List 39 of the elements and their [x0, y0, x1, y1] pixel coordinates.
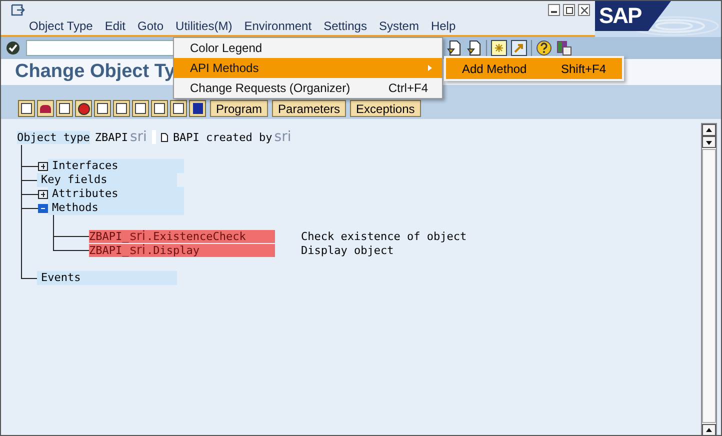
- method-node[interactable]: ZBAPI_sri.ExistenceCheck: [89, 230, 275, 242]
- menu-item[interactable]: Goto: [132, 17, 170, 35]
- method-description: Display object: [301, 244, 394, 256]
- method-prefix: ZBAPI_: [89, 244, 129, 256]
- tree-node[interactable]: Interfaces: [48, 159, 184, 173]
- menu-item[interactable]: Edit: [98, 17, 132, 35]
- user-name: sri: [274, 129, 292, 145]
- method-node[interactable]: ZBAPI_sri.Display: [89, 244, 275, 256]
- tree-node[interactable]: Events: [37, 271, 177, 285]
- method-suffix: .Display: [146, 244, 200, 256]
- menu-item[interactable]: API Methods: [174, 58, 442, 78]
- tree-node[interactable]: Methods: [48, 201, 184, 215]
- object-type-label: Object type: [17, 130, 90, 144]
- menu-item[interactable]: System: [372, 17, 425, 35]
- sap-logo: SAP: [595, 1, 671, 31]
- menu-item[interactable]: Object Type: [23, 17, 99, 35]
- menu-item[interactable]: Change Requests (Organizer) Ctrl+F4: [174, 78, 442, 98]
- shortcut-text: Ctrl+F4: [388, 81, 428, 95]
- menu-item[interactable]: Settings: [318, 17, 373, 35]
- menu-item[interactable]: Add Method Shift+F4: [446, 58, 622, 79]
- toolbar-button[interactable]: Parameters: [272, 100, 346, 117]
- user-name: sri: [130, 244, 146, 256]
- tree-node[interactable]: Key fields: [37, 173, 177, 187]
- object-name: ZBAPI: [94, 130, 128, 144]
- screen-title: Change Object Ty: [15, 61, 176, 83]
- method-description: Check existence of object: [301, 230, 467, 242]
- method-prefix: ZBAPI_: [89, 230, 129, 242]
- tree-node[interactable]: Attributes: [48, 187, 184, 201]
- menu-item[interactable]: Utilities(M): [170, 17, 238, 35]
- user-name: sri: [130, 230, 146, 242]
- object-description: BAPI created by: [172, 130, 272, 144]
- method-suffix: .ExistenceCheck: [146, 230, 246, 242]
- menu-item[interactable]: Help: [424, 17, 462, 35]
- menu-item[interactable]: Color Legend: [174, 38, 442, 58]
- toolbar-button[interactable]: Exceptions: [350, 100, 421, 117]
- toolbar-button[interactable]: Program: [210, 100, 268, 117]
- menu-item[interactable]: Environment: [238, 17, 318, 35]
- shortcut-text: Shift+F4: [560, 62, 606, 76]
- user-name: sri: [130, 129, 147, 145]
